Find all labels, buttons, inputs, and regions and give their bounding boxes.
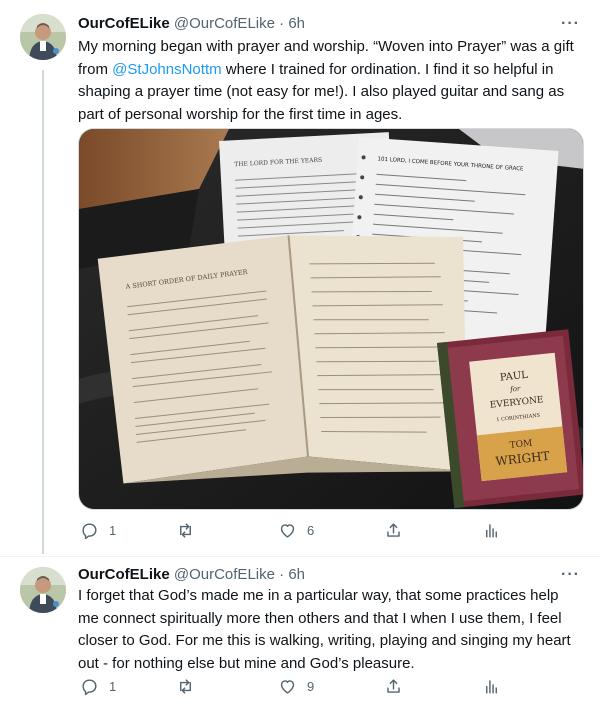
share-icon (387, 522, 400, 537)
tweet-text: I forget that God’s made me in a particu… (78, 587, 571, 672)
separator-dot: · (279, 15, 285, 32)
avatar-image (20, 14, 66, 60)
share-button[interactable] (384, 677, 403, 696)
separator-dot: · (279, 566, 285, 583)
tweet-photo[interactable]: THE LORD FOR THE YEARS 101 LORD, I COME … (78, 128, 584, 510)
reply-icon (82, 678, 97, 695)
photo-of-prayer-books: THE LORD FOR THE YEARS 101 LORD, I COME … (79, 129, 583, 509)
share-icon (387, 678, 400, 693)
avatar[interactable] (20, 14, 66, 60)
reply-count: 1 (109, 522, 117, 538)
reply-button[interactable]: 1 (80, 677, 116, 696)
tweet[interactable]: OurCofELike @OurCofELike · 6h ··· My mor… (0, 0, 600, 556)
avatar-image (20, 567, 66, 613)
tweet-actions: 1 9 (78, 675, 518, 697)
like-button[interactable]: 6 (278, 521, 314, 540)
retweet-button[interactable] (176, 677, 205, 696)
stats-icon (486, 523, 497, 538)
share-button[interactable] (384, 521, 403, 540)
timestamp[interactable]: 6h (288, 15, 305, 32)
user-handle[interactable]: @OurCofELike (174, 15, 275, 32)
reply-icon (82, 522, 97, 539)
more-icon[interactable]: ··· (561, 14, 580, 34)
retweet-button[interactable] (176, 521, 205, 540)
tweet-actions: 1 6 (78, 519, 518, 541)
more-icon[interactable]: ··· (561, 565, 580, 585)
tweet-header: OurCofELike @OurCofELike · 6h ··· (78, 14, 580, 34)
reply-button[interactable]: 1 (80, 521, 116, 540)
like-icon (280, 679, 295, 694)
stats-icon (486, 679, 497, 694)
like-count: 9 (307, 678, 315, 694)
display-name[interactable]: OurCofELike (78, 566, 170, 583)
retweet-icon (180, 522, 191, 538)
tweet[interactable]: OurCofELike @OurCofELike · 6h ··· I forg… (0, 556, 600, 709)
mention-link[interactable]: @StJohnsNottm (112, 61, 221, 78)
reply-count: 1 (109, 678, 117, 694)
like-icon (280, 523, 295, 538)
tweet-header: OurCofELike @OurCofELike · 6h ··· (78, 565, 580, 585)
display-name[interactable]: OurCofELike (78, 15, 170, 32)
avatar[interactable] (20, 567, 66, 613)
stats-button[interactable] (482, 521, 501, 540)
like-count: 6 (307, 522, 315, 538)
timestamp[interactable]: 6h (288, 566, 305, 583)
retweet-icon (180, 678, 191, 694)
user-handle[interactable]: @OurCofELike (174, 566, 275, 583)
stats-button[interactable] (482, 677, 501, 696)
like-button[interactable]: 9 (278, 677, 314, 696)
book-title-for: for (509, 384, 522, 393)
tweet-text: My morning began with prayer and worship… (78, 36, 583, 126)
